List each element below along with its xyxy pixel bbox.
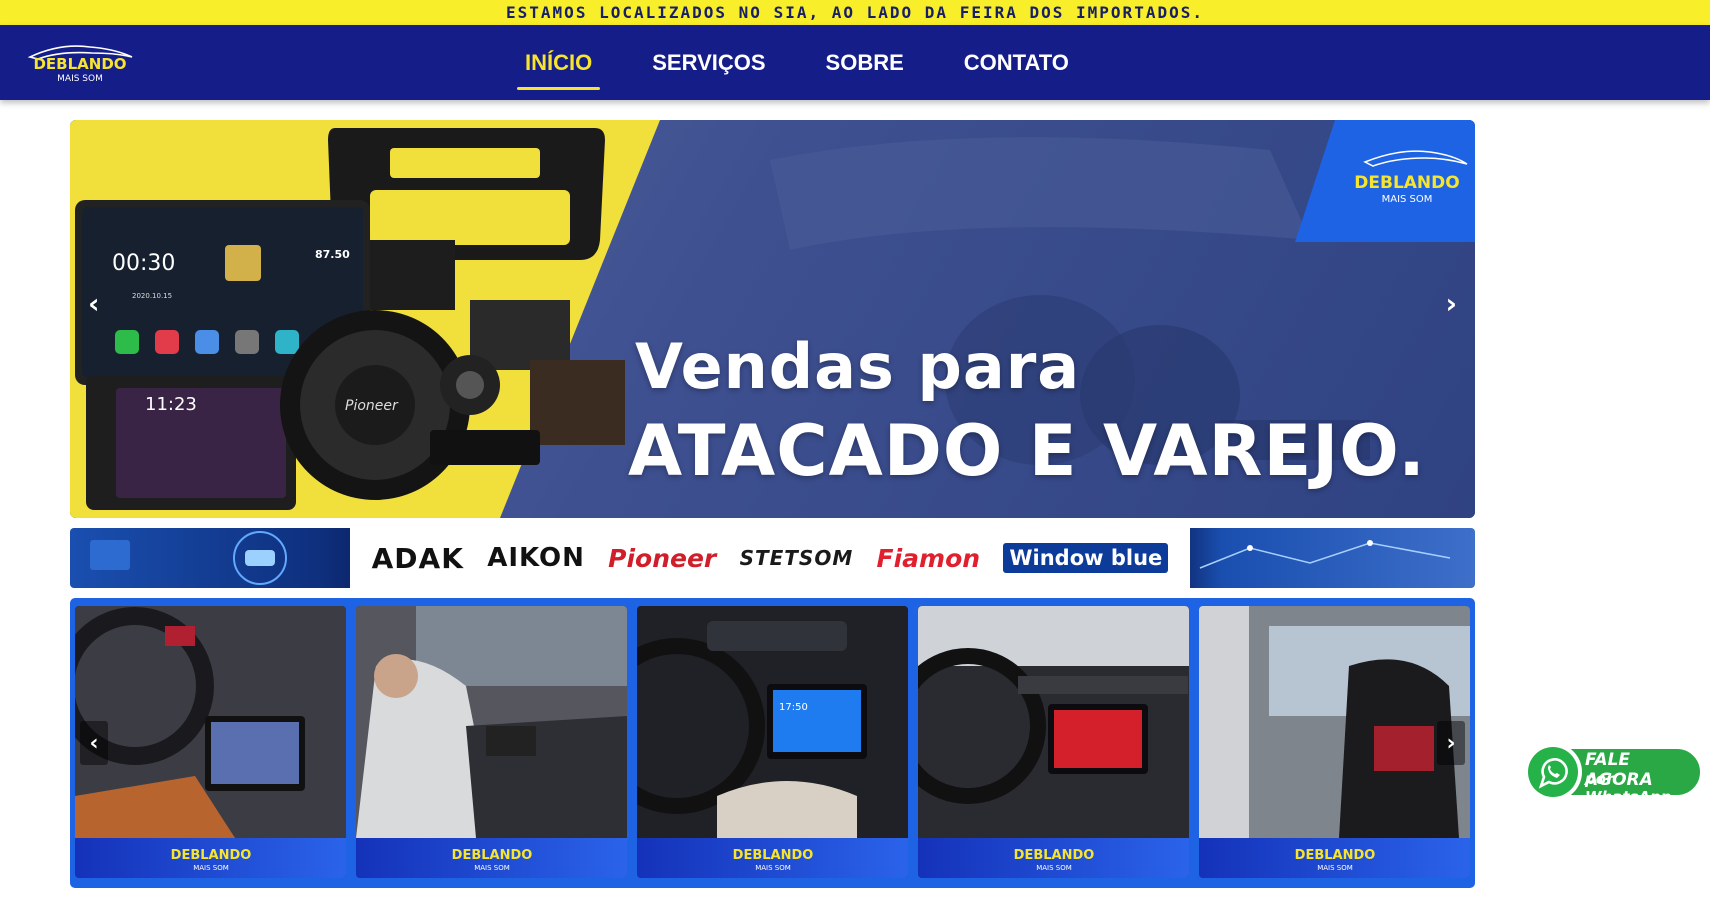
brands-strip: ADAK AIKON Pioneer STETSOM Fiamon Window… bbox=[70, 528, 1475, 588]
svg-text:87.50: 87.50 bbox=[315, 248, 350, 261]
svg-text:DEBLANDO: DEBLANDO bbox=[451, 848, 532, 863]
nav-sobre[interactable]: SOBRE bbox=[816, 50, 914, 76]
brand-aikon: AIKON bbox=[487, 543, 585, 573]
announcement-bar: ESTAMOS LOCALIZADOS NO SIA, AO LADO DA F… bbox=[0, 0, 1710, 25]
gallery-photo bbox=[75, 606, 346, 838]
brand-adak: ADAK bbox=[371, 541, 464, 575]
svg-text:Pioneer: Pioneer bbox=[345, 398, 399, 414]
gallery-card[interactable]: DEBLANDO MAIS SOM bbox=[75, 606, 346, 878]
gallery-photo bbox=[1199, 606, 1470, 838]
brands-right-decoration bbox=[1199, 540, 1451, 569]
gallery-logo: DEBLANDO MAIS SOM bbox=[170, 848, 251, 872]
svg-text:DEBLANDO: DEBLANDO bbox=[732, 848, 813, 863]
whatsapp-button[interactable]: FALE AGORA por WhatsApp bbox=[1523, 740, 1703, 806]
nav-inicio[interactable]: INÍCIO bbox=[515, 50, 602, 90]
gallery-card[interactable]: DEBLANDO MAIS SOM bbox=[356, 606, 627, 878]
hero-logo-badge: DEBLANDO MAIS SOM bbox=[1295, 120, 1475, 242]
whatsapp-line2: por WhatsApp bbox=[1585, 770, 1672, 806]
svg-text:MAIS SOM: MAIS SOM bbox=[474, 864, 510, 872]
gallery-photo bbox=[918, 606, 1189, 838]
svg-text:MAIS SOM: MAIS SOM bbox=[755, 864, 791, 872]
gallery-photo: 17:50 bbox=[637, 606, 908, 838]
gallery-photo bbox=[356, 606, 627, 838]
gallery-card[interactable]: DEBLANDO MAIS SOM bbox=[1199, 606, 1470, 878]
gallery-logo: DEBLANDO MAIS SOM bbox=[451, 848, 532, 872]
svg-text:2020.10.15: 2020.10.15 bbox=[132, 292, 172, 300]
svg-text:17:50: 17:50 bbox=[779, 702, 808, 713]
svg-text:MAIS SOM: MAIS SOM bbox=[1036, 864, 1072, 872]
site-logo[interactable]: DEBLANDO MAIS SOM bbox=[20, 39, 140, 87]
hero-headline-line2: ATACADO E VAREJO. bbox=[628, 410, 1426, 492]
svg-text:00:30: 00:30 bbox=[112, 251, 175, 276]
brand-logos: ADAK AIKON Pioneer STETSOM Fiamon Window… bbox=[350, 528, 1190, 588]
gallery-card[interactable]: DEBLANDO MAIS SOM bbox=[918, 606, 1189, 878]
svg-text:DEBLANDO: DEBLANDO bbox=[1013, 848, 1094, 863]
svg-text:MAIS SOM: MAIS SOM bbox=[1382, 194, 1433, 205]
svg-text:DEBLANDO: DEBLANDO bbox=[170, 848, 251, 863]
hero-slider: 00:30 87.50 2020.10.15 11:23 Pioneer DEB… bbox=[70, 120, 1475, 518]
installations-gallery: DEBLANDO MAIS SOM DEBLANDO MAIS SOM 17:5… bbox=[70, 598, 1475, 888]
hero-prev-arrow[interactable]: ‹ bbox=[88, 290, 100, 318]
gallery-card[interactable]: 17:50 DEBLANDO MAIS SOM bbox=[637, 606, 908, 878]
main-nav: INÍCIO SERVIÇOS SOBRE CONTATO bbox=[515, 25, 1119, 100]
hero-next-arrow[interactable]: › bbox=[1445, 290, 1457, 318]
gallery-prev-arrow[interactable]: ‹ bbox=[80, 721, 108, 765]
gallery-logo: DEBLANDO MAIS SOM bbox=[732, 848, 813, 872]
brand-pioneer: Pioneer bbox=[608, 543, 717, 573]
brands-left-decoration bbox=[90, 531, 287, 585]
svg-text:MAIS SOM: MAIS SOM bbox=[193, 864, 229, 872]
hero-headline-line1: Vendas para bbox=[635, 330, 1081, 403]
svg-text:MAIS SOM: MAIS SOM bbox=[1317, 864, 1353, 872]
brand-window-blue: Window blue bbox=[1003, 543, 1169, 573]
gallery-logo: DEBLANDO MAIS SOM bbox=[1013, 848, 1094, 872]
brand-fiamon: Fiamon bbox=[876, 543, 981, 573]
svg-text:DEBLANDO: DEBLANDO bbox=[1354, 173, 1459, 193]
gallery-next-arrow[interactable]: › bbox=[1437, 721, 1465, 765]
gallery-logo: DEBLANDO MAIS SOM bbox=[1294, 848, 1375, 872]
svg-text:MAIS SOM: MAIS SOM bbox=[57, 74, 103, 84]
nav-contato[interactable]: CONTATO bbox=[954, 50, 1079, 76]
brand-stetsom: STETSOM bbox=[739, 546, 854, 570]
nav-servicos[interactable]: SERVIÇOS bbox=[642, 50, 775, 76]
svg-text:DEBLANDO: DEBLANDO bbox=[33, 55, 126, 73]
svg-text:11:23: 11:23 bbox=[145, 394, 197, 415]
svg-text:DEBLANDO: DEBLANDO bbox=[1294, 848, 1375, 863]
site-header: DEBLANDO MAIS SOM INÍCIO SERVIÇOS SOBRE … bbox=[0, 25, 1710, 100]
announcement-text: ESTAMOS LOCALIZADOS NO SIA, AO LADO DA F… bbox=[506, 3, 1204, 22]
